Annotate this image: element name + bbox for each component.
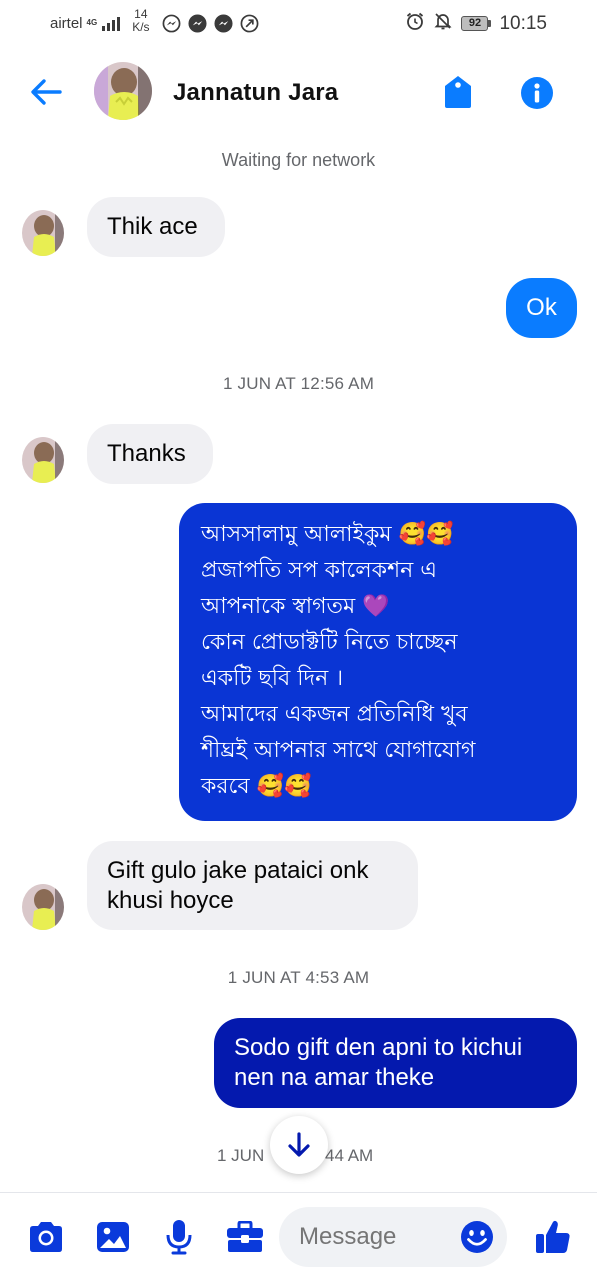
message-bubble-outgoing[interactable]: আসসালামু আলাইকুম 🥰🥰 প্রজাপতি সপ কালেকশন … [179, 503, 577, 821]
sender-avatar[interactable] [22, 437, 64, 483]
message-text-line: প্রজাপতি সপ কালেকশন এ [201, 558, 437, 583]
messenger-notification-icon [188, 13, 207, 33]
arrow-down-icon [288, 1132, 310, 1157]
message-text-line: Sodo gift den apni to kichui [234, 1034, 523, 1061]
contact-avatar[interactable] [94, 62, 152, 120]
message-text: Ok [526, 294, 557, 321]
battery-level: 92 [461, 16, 489, 31]
emoji-icon [461, 1221, 493, 1253]
timestamp-part: 44 AM [325, 1146, 374, 1165]
timestamp-part: 1 JUN [217, 1146, 265, 1165]
message-text-line: khusi hoyce [107, 887, 234, 914]
message-timestamp: 1 JUN AT 4:53 AM [227, 968, 370, 987]
carrier-label: airtel [50, 14, 83, 32]
network-status-label: Waiting for network [221, 150, 376, 170]
message-bubble-outgoing[interactable]: Sodo gift den apni to kichui nen na amar… [214, 1018, 577, 1108]
network-type: 4G [86, 18, 98, 27]
scroll-to-bottom-button[interactable] [270, 1116, 328, 1174]
sender-avatar[interactable] [22, 884, 64, 930]
thumbs-up-icon [536, 1220, 570, 1253]
message-text: Thanks [107, 440, 186, 467]
status-bar: airtel 4G 14 K/s 92 10:15 [0, 0, 597, 46]
info-icon [521, 77, 553, 109]
sender-avatar[interactable] [22, 210, 64, 256]
alarm-icon [405, 11, 425, 36]
emoji-button[interactable] [459, 1219, 495, 1255]
message-text-line: আপনাকে স্বাগতম 💜 [201, 594, 390, 619]
voice-message-button[interactable] [159, 1217, 199, 1257]
network-speed: 14 K/s [132, 8, 149, 34]
message-input-container[interactable] [279, 1207, 507, 1267]
message-bubble-incoming[interactable]: Thik ace [87, 197, 225, 257]
message-composer [0, 1192, 597, 1280]
signal-icon [102, 15, 121, 31]
contact-name[interactable]: Jannatun Jara [173, 79, 338, 107]
message-text-line: আমাদের একজন প্রতিনিধি খুব [201, 702, 468, 727]
back-arrow-icon [31, 79, 62, 105]
message-text-line: Gift gulo jake pataici onk [107, 857, 369, 884]
message-text-line: আসসালামু আলাইকুম 🥰🥰 [201, 522, 454, 547]
navigation-notification-icon [240, 14, 259, 33]
clock: 10:15 [499, 12, 547, 34]
camera-button[interactable] [26, 1217, 66, 1257]
message-text-line: করবে 🥰🥰 [201, 774, 312, 799]
battery-icon: 92 [461, 16, 492, 31]
back-button[interactable] [28, 74, 64, 110]
message-bubble-outgoing[interactable]: Ok [506, 278, 577, 338]
tag-icon [445, 76, 471, 108]
network-speed-unit: K/s [132, 20, 150, 34]
image-icon [97, 1222, 129, 1252]
message-bubble-incoming[interactable]: Thanks [87, 424, 213, 484]
message-text-line: একটি ছবি দিন । [201, 666, 344, 691]
message-input[interactable] [299, 1223, 449, 1251]
info-button[interactable] [519, 75, 555, 111]
briefcase-icon [227, 1221, 263, 1252]
message-bubble-incoming[interactable]: Gift gulo jake pataici onk khusi hoyce [87, 841, 418, 930]
business-tools-button[interactable] [225, 1217, 265, 1257]
mute-icon [433, 11, 453, 36]
camera-icon [30, 1222, 62, 1252]
conversation-header: Jannatun Jara [0, 50, 597, 138]
tag-button[interactable] [440, 72, 476, 112]
message-timestamp: 1 JUN AT 12:56 AM [222, 374, 375, 393]
like-button[interactable] [533, 1217, 573, 1257]
messenger-notification-icon [162, 14, 181, 33]
microphone-icon [166, 1220, 192, 1255]
gallery-button[interactable] [93, 1217, 133, 1257]
messenger-notification-icon [214, 13, 233, 33]
message-text-line: শীঘ্রই আপনার সাথে যোগাযোগ [201, 738, 476, 763]
message-text-line: কোন প্রোডাক্টটি নিতে চাচ্ছেন [201, 630, 458, 655]
message-text: Thik ace [107, 213, 198, 240]
message-text-line: nen na amar theke [234, 1064, 435, 1091]
